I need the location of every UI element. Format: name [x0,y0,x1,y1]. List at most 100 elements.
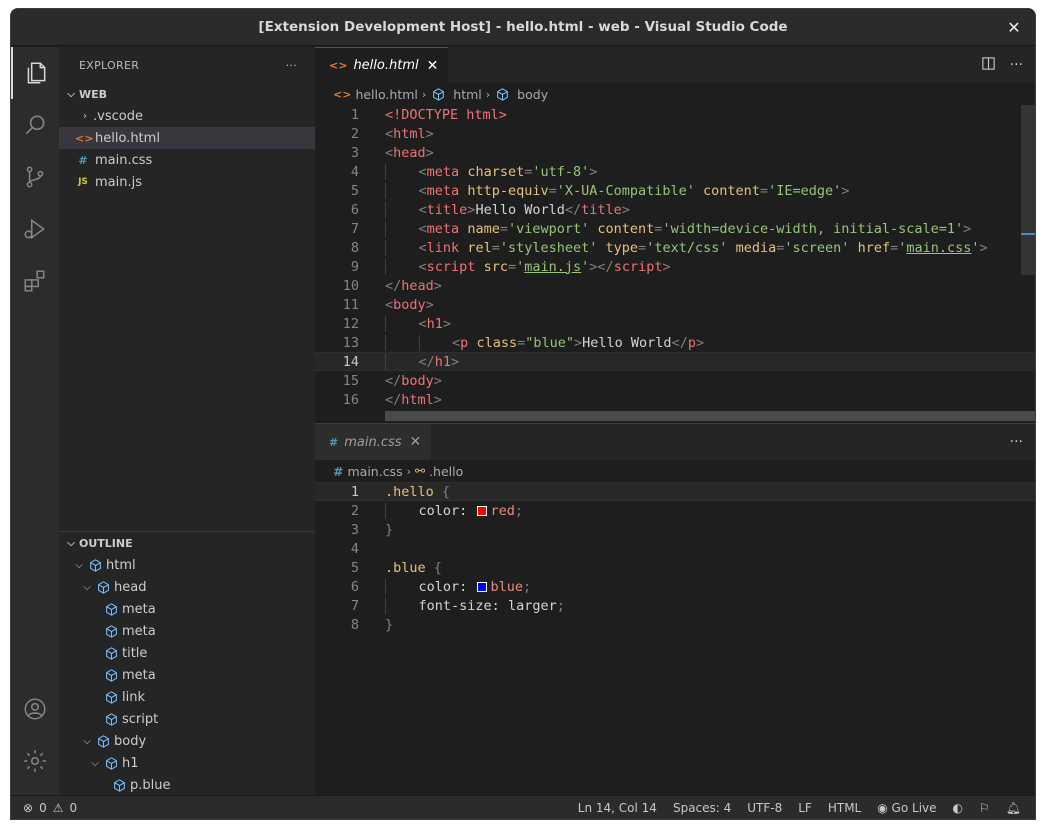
window-title: [Extension Development Host] - hello.htm… [258,19,788,35]
code-line: 5 <meta http-equiv='X-UA-Compatible' con… [350,182,850,199]
symbol-element-icon [95,733,111,749]
color-swatch-blue[interactable] [477,581,488,592]
outline-item[interactable]: p.blue [59,774,315,796]
breadcrumb: # main.css › ⚯ .hello [315,460,1035,482]
tab-hello-html[interactable]: <> hello.html ✕ [315,47,449,83]
more-actions-button[interactable]: ··· [286,59,297,72]
chevron-down-icon: ⌵ [83,581,91,593]
breadcrumb-item[interactable]: html [453,87,481,102]
language-mode[interactable]: HTML [828,801,861,815]
css-file-icon: # [333,463,344,479]
workspace-section-header[interactable]: ⌵ WEB [59,83,315,105]
manage-gear-icon[interactable] [11,735,59,787]
outline-item[interactable]: script [59,708,315,730]
chevron-right-icon: › [485,87,491,101]
warning-icon: ⚠ [52,800,64,815]
code-line-current: 1 .hello { [315,482,1035,501]
account-icon[interactable] [11,683,59,735]
tab-main-css[interactable]: # main.css ✕ [315,424,432,460]
breadcrumb-item[interactable]: main.css [347,464,402,479]
outline-item[interactable]: meta [59,620,315,642]
code-line: 16 </html> [342,391,442,408]
search-icon[interactable] [11,99,59,151]
chevron-right-icon: › [83,110,87,122]
outline-item[interactable]: ⌵ html [59,554,315,576]
explorer-icon[interactable] [11,47,59,99]
breadcrumb-item[interactable]: body [517,87,548,102]
tree-item-main-css[interactable]: # main.css [59,149,315,171]
outline-item[interactable]: meta [59,598,315,620]
feedback-icon[interactable]: ⚐ [979,801,990,815]
code-line: 15 </body> [342,372,442,389]
code-line: 7 font-size: larger; [350,597,565,614]
more-actions-button[interactable]: ··· [1010,434,1023,450]
css-file-icon: # [329,435,339,449]
explorer-sidebar: EXPLORER ··· ⌵ WEB › .vscode <> hello.ht… [59,47,315,795]
outline-item[interactable]: ⌵ h1 [59,752,315,774]
more-actions-button[interactable]: ··· [1010,57,1023,73]
indentation[interactable]: Spaces: 4 [673,801,731,815]
chevron-down-icon: ⌵ [83,735,91,747]
outline-item[interactable]: link [59,686,315,708]
symbol-element-icon [430,86,446,102]
sidebar-header: EXPLORER ··· [59,47,315,83]
sidebar-title: EXPLORER [79,58,140,72]
run-debug-icon[interactable] [11,203,59,255]
breadcrumb-item[interactable]: hello.html [355,87,417,102]
color-swatch-red[interactable] [477,505,488,516]
end-of-line[interactable]: LF [798,801,812,815]
horizontal-scrollbar[interactable] [385,411,1035,421]
code-line: 4 [350,540,359,557]
symbol-element-icon [103,711,119,727]
code-line: 11 <body> [342,296,434,313]
code-line: 3 <head> [350,144,434,161]
breadcrumb-item[interactable]: .hello [429,464,463,479]
code-line: 7 <meta name='viewport' content='width=d… [350,220,972,237]
tree-item-main-js[interactable]: JS main.js [59,171,315,193]
document-link[interactable]: main.css [906,240,971,256]
extensions-icon[interactable] [11,255,59,307]
code-line: 13 <p class="blue">Hello World</p> [342,334,705,351]
vertical-scrollbar[interactable] [1021,105,1035,275]
code-line: 2 <html> [350,125,434,142]
encoding[interactable]: UTF-8 [747,801,782,815]
split-editor-icon[interactable] [981,56,996,75]
close-window-button[interactable]: ✕ [1003,16,1025,38]
css-code-editor[interactable]: 1 .hello { 2 color: red; 3} 4 5 .blue { 6 … [315,482,1035,634]
editor-group-2: # main.css ✕ ··· # main.css › ⚯ .hello 1… [315,424,1035,795]
breadcrumb: <> hello.html › html › body [315,83,1035,105]
code-line: 6 color: blue; [350,578,532,595]
code-line: 10 </head> [342,277,442,294]
html-code-editor[interactable]: 1 <!DOCTYPE html> 2 <html> 3 <head> 4 <meta… [315,105,1035,409]
status-bar: ⊗ 0 ⚠ 0 Ln 14, Col 14 Spaces: 4 UTF-8 LF H… [11,795,1035,819]
symbol-class-icon: ⚯ [415,464,426,478]
outline-item[interactable]: title [59,642,315,664]
outline-item[interactable]: ⌵ body [59,730,315,752]
theme-icon[interactable]: ◐ [953,801,963,815]
outline-item[interactable]: meta [59,664,315,686]
outline-item[interactable]: ⌵ head [59,576,315,598]
chevron-right-icon: › [421,87,427,101]
scrollbar-marker [1021,233,1035,235]
symbol-element-icon [103,645,119,661]
problems-indicator[interactable]: ⊗ 0 ⚠ 0 [11,801,77,815]
source-control-icon[interactable] [11,151,59,203]
chevron-right-icon: › [406,464,411,478]
code-line-current: 14 </h1> [315,352,1035,371]
close-tab-button[interactable]: ✕ [410,434,422,450]
tree-item-hello-html[interactable]: <> hello.html [59,127,315,149]
code-line: 12 <h1> [342,315,452,332]
html-file-icon: <> [329,59,348,72]
outline-section-header[interactable]: ⌵ OUTLINE [59,532,315,554]
code-line: 5 .blue { [350,559,442,576]
code-line: 2 color: red; [350,502,523,519]
document-link[interactable]: main.js [524,259,581,275]
cursor-position[interactable]: Ln 14, Col 14 [578,801,657,815]
error-icon: ⊗ [23,800,34,815]
tree-item-vscode[interactable]: › .vscode [59,105,315,127]
go-live-button[interactable]: ◉ Go Live [877,801,936,815]
tab-bar: <> hello.html ✕ ··· [315,47,1035,83]
notifications-bell-icon[interactable]: 🔔︎ [1006,801,1021,815]
code-line: 8} [350,616,394,633]
close-tab-button[interactable]: ✕ [427,58,439,74]
